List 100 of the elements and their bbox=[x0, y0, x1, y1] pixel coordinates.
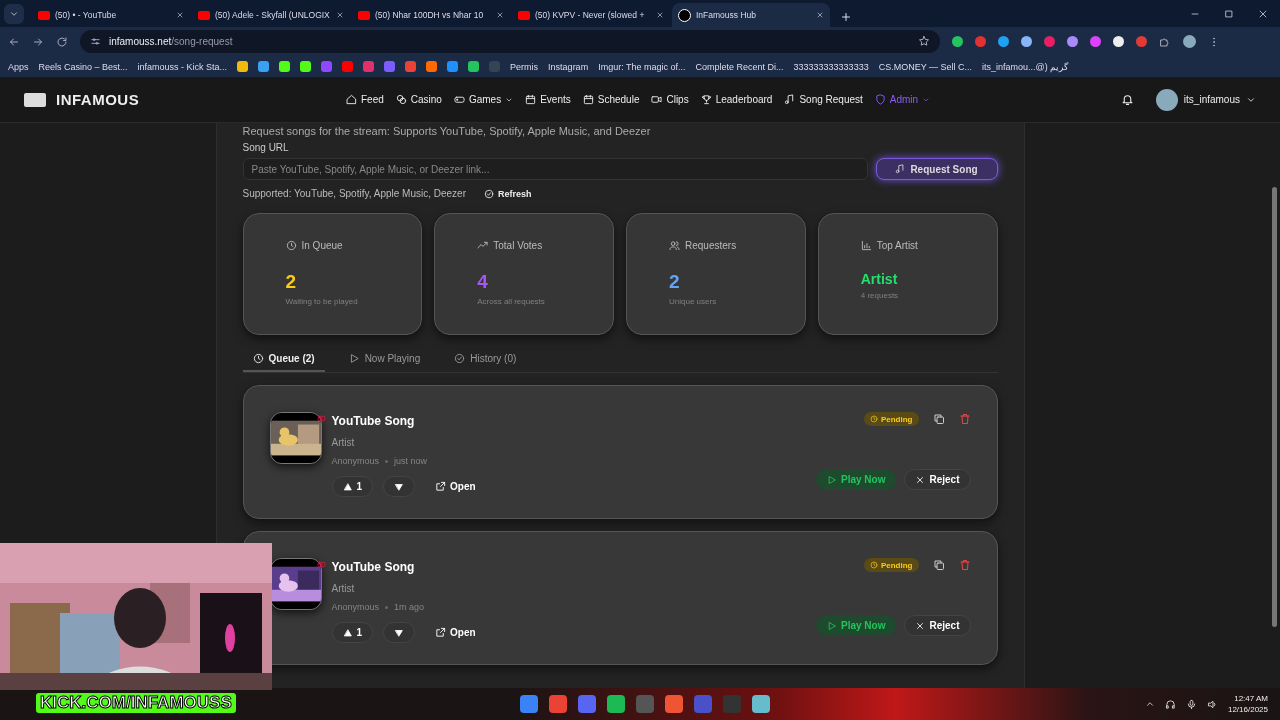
app-icon[interactable] bbox=[607, 695, 625, 713]
bookmark-icon[interactable] bbox=[237, 61, 249, 72]
bookmark[interactable]: infamouss - Kick Sta... bbox=[137, 61, 228, 72]
video-icon bbox=[651, 94, 663, 105]
app-icon[interactable] bbox=[549, 695, 567, 713]
extension-icon[interactable] bbox=[1021, 36, 1032, 47]
tab[interactable]: Queue (2) bbox=[242, 353, 325, 372]
users-icon bbox=[669, 240, 680, 251]
bookmark[interactable]: Instagram bbox=[548, 61, 589, 72]
stat-label: Requesters bbox=[685, 240, 737, 251]
bar-chart-icon bbox=[860, 240, 872, 251]
triangle-up-icon bbox=[342, 481, 353, 492]
bookmark[interactable]: Imgur: The magic of... bbox=[598, 61, 686, 72]
chevron-down-icon bbox=[9, 9, 19, 19]
bookmark-icon[interactable] bbox=[447, 61, 459, 72]
play-now-button[interactable]: Play Now bbox=[816, 469, 897, 490]
music-note-icon bbox=[784, 94, 796, 105]
nav-link[interactable]: Games bbox=[453, 94, 514, 105]
stat-value: 2 bbox=[669, 271, 681, 293]
upvote-button[interactable]: 1 bbox=[331, 476, 374, 497]
open-link-button[interactable]: Open bbox=[425, 622, 486, 643]
delete-button[interactable] bbox=[958, 413, 971, 425]
browser-tab[interactable]: (50) Adele - Skyfall (UNLOGIX bbox=[192, 3, 350, 27]
reject-button[interactable]: Reject bbox=[904, 469, 971, 490]
app-icon[interactable] bbox=[752, 695, 770, 713]
extension-icon[interactable] bbox=[952, 36, 963, 47]
nav-link[interactable]: Clips bbox=[651, 94, 689, 105]
extension-icon[interactable] bbox=[998, 36, 1009, 47]
youtube-icon bbox=[316, 560, 326, 569]
speaker-icon bbox=[1206, 698, 1218, 710]
play-icon bbox=[348, 353, 360, 364]
scrollbar[interactable] bbox=[1272, 187, 1277, 627]
requester-name: Anonymous bbox=[331, 602, 380, 612]
bookmark[interactable]: its_infamou...@) گريم bbox=[982, 61, 1069, 72]
plus-icon bbox=[840, 11, 852, 23]
bookmark[interactable]: Complete Recent Di... bbox=[695, 61, 784, 72]
site-settings-icon bbox=[90, 36, 101, 47]
browser-tab[interactable]: (50) Nhar 100DH vs Nhar 10 bbox=[352, 3, 510, 27]
trash-icon bbox=[958, 413, 971, 425]
reload-icon bbox=[56, 35, 68, 48]
extension-icon[interactable] bbox=[1113, 36, 1124, 47]
reject-button[interactable]: Reject bbox=[904, 615, 971, 636]
downvote-button[interactable] bbox=[383, 476, 416, 497]
browser-tab[interactable]: InFamouss Hub bbox=[672, 3, 830, 27]
home-icon bbox=[346, 94, 357, 105]
bookmark-icon[interactable] bbox=[258, 61, 270, 72]
stat-value: 4 bbox=[477, 271, 489, 293]
requester-name: Anonymous bbox=[331, 456, 380, 466]
bookmark-icon[interactable] bbox=[279, 61, 291, 72]
tab[interactable]: History (0) bbox=[444, 353, 527, 372]
nav-link[interactable]: Schedule bbox=[582, 94, 640, 105]
clock-icon bbox=[285, 240, 297, 251]
site-logo[interactable]: INFAMOUS bbox=[56, 91, 140, 108]
nav-link[interactable]: Leaderboard bbox=[700, 94, 773, 105]
app-icon[interactable] bbox=[578, 695, 596, 713]
nav-link[interactable]: Song Request bbox=[784, 94, 863, 105]
check-circle-icon bbox=[484, 188, 494, 199]
downvote-button[interactable] bbox=[383, 622, 416, 643]
external-link-icon bbox=[435, 481, 447, 492]
delete-button[interactable] bbox=[958, 559, 971, 571]
bookmark[interactable]: Permis bbox=[510, 61, 539, 72]
stat-label: In Queue bbox=[301, 240, 343, 251]
back-icon bbox=[8, 35, 20, 48]
profile-avatar[interactable] bbox=[1183, 35, 1196, 48]
copy-button[interactable] bbox=[932, 559, 945, 571]
logo-icon[interactable] bbox=[24, 92, 46, 107]
extension-icon[interactable] bbox=[1067, 36, 1078, 47]
refresh-button[interactable]: Refresh bbox=[484, 188, 532, 199]
close-icon bbox=[176, 11, 184, 19]
supported-note: Supported: YouTube, Spotify, Apple Music, Deezer bbox=[242, 188, 466, 199]
nav-link[interactable]: Admin bbox=[874, 94, 931, 105]
bookmark[interactable]: Apps bbox=[8, 61, 29, 72]
bookmark-icon[interactable] bbox=[468, 61, 480, 72]
browser-tab[interactable]: (50) • - YouTube bbox=[32, 3, 190, 27]
nav-link[interactable]: Events bbox=[525, 94, 571, 105]
app-icon[interactable] bbox=[694, 695, 712, 713]
nav-link[interactable]: Feed bbox=[346, 94, 384, 105]
bookmark-icon[interactable] bbox=[426, 61, 438, 72]
headset-icon bbox=[1164, 698, 1176, 710]
tab[interactable]: Now Playing bbox=[338, 353, 431, 372]
app-icon[interactable] bbox=[520, 695, 538, 713]
upvote-button[interactable]: 1 bbox=[331, 622, 374, 643]
bookmark[interactable]: Reels Casino – Best... bbox=[38, 61, 128, 72]
bookmark[interactable]: CS.MONEY — Sell C... bbox=[878, 61, 972, 72]
copy-button[interactable] bbox=[932, 413, 945, 425]
app-icon[interactable] bbox=[665, 695, 683, 713]
request-song-button[interactable]: Request Song bbox=[875, 158, 998, 180]
browser-tab[interactable]: (50) KVPV - Never (slowed + bbox=[512, 3, 670, 27]
play-now-button[interactable]: Play Now bbox=[816, 615, 897, 636]
tab-search-button[interactable] bbox=[4, 4, 24, 24]
close-icon bbox=[656, 11, 664, 19]
address-bar[interactable]: infamouss.net/song-request bbox=[80, 30, 940, 53]
user-menu[interactable]: its_infamous bbox=[1155, 88, 1256, 111]
bookmark-icon[interactable] bbox=[300, 61, 312, 72]
clock-icon bbox=[252, 353, 264, 364]
open-link-button[interactable]: Open bbox=[425, 476, 486, 497]
bookmark[interactable]: 333333333333333 bbox=[793, 61, 869, 72]
nav-link[interactable]: Casino bbox=[395, 94, 442, 105]
star-icon bbox=[918, 34, 930, 47]
song-url-field[interactable]: Paste YouTube, Spotify, Apple Music, or Deezer link... bbox=[242, 158, 868, 180]
